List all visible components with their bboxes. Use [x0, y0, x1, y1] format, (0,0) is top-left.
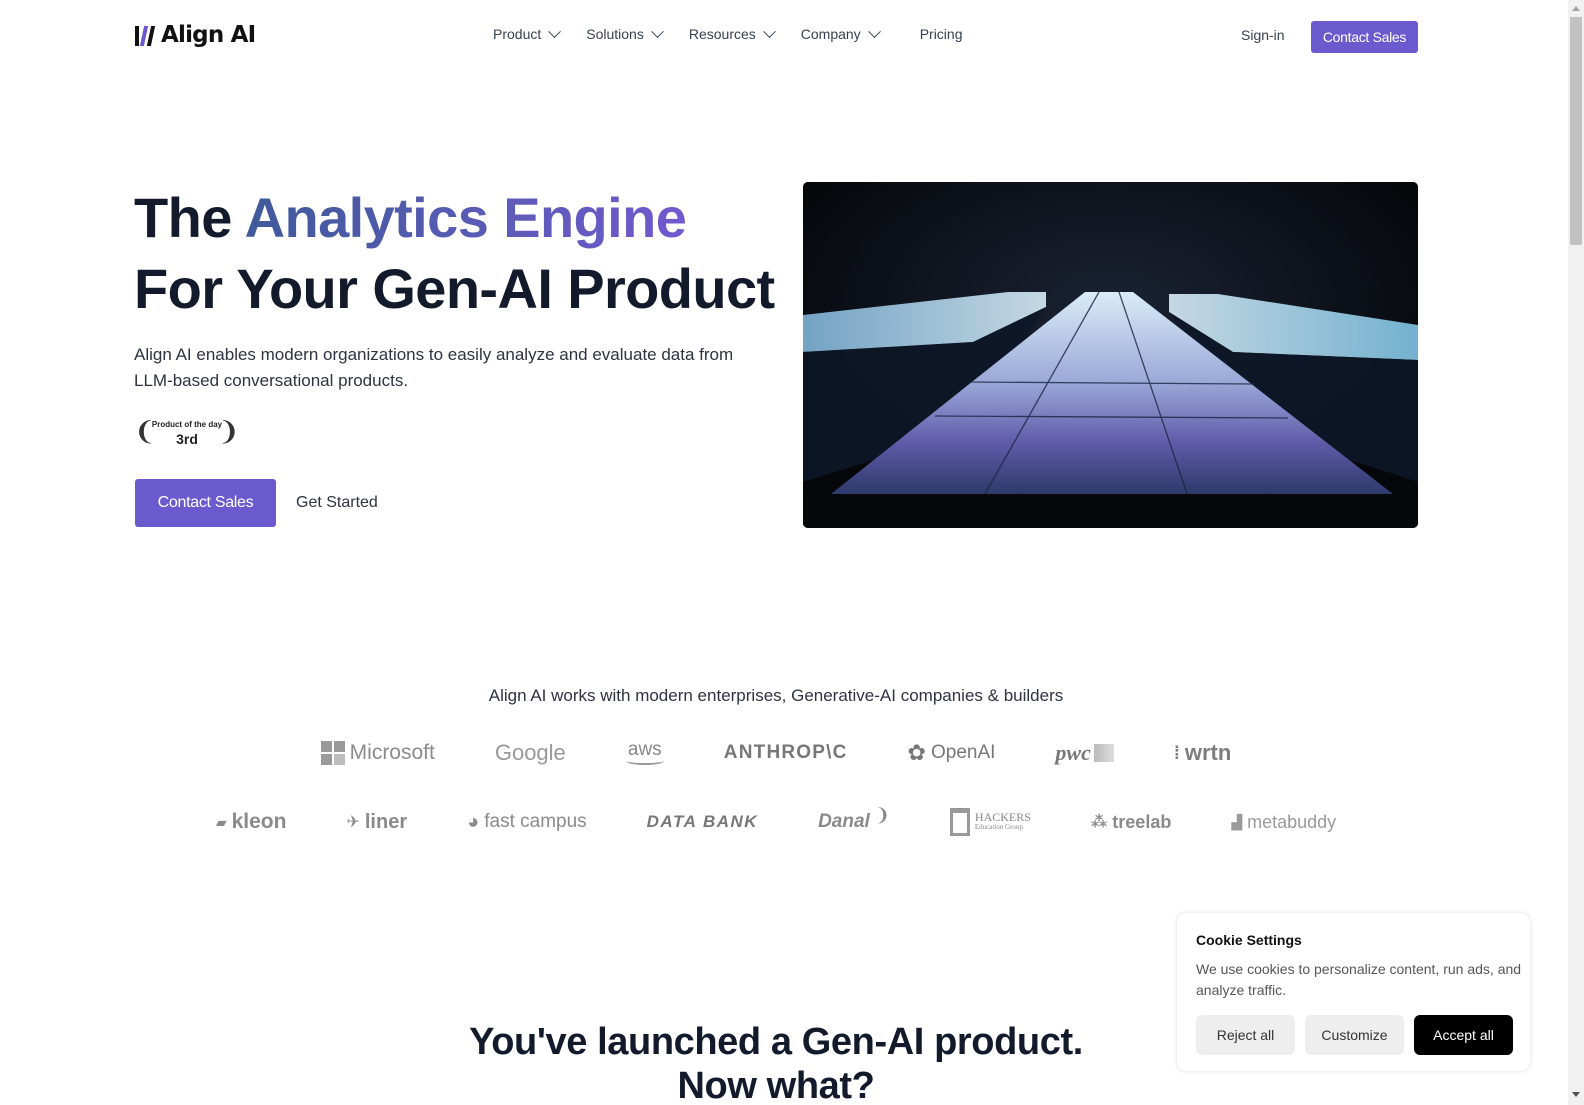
logo-mark-icon — [135, 24, 156, 46]
logo-danal-text: Danal — [818, 811, 870, 832]
hero-visual — [803, 182, 1418, 528]
logo-wrtn: ⁞ wrtn — [1174, 740, 1231, 766]
nav-product-label: Product — [493, 26, 542, 42]
logo-google: Google — [495, 740, 566, 766]
header-contact-sales-button[interactable]: Contact Sales — [1311, 21, 1418, 53]
wrtn-dots-icon: ⁞ — [1173, 742, 1180, 763]
cookie-title: Cookie Settings — [1196, 932, 1302, 948]
logo-liner: ✈ liner — [346, 811, 407, 834]
accept-all-button[interactable]: Accept all — [1414, 1015, 1513, 1055]
hero-title-line2: For Your Gen-AI Product — [134, 257, 775, 320]
fastcampus-icon: ◕ — [467, 810, 480, 833]
kleon-icon: ▰ — [215, 813, 227, 830]
logo-databank: DATA BANK — [647, 812, 758, 832]
chevron-down-icon — [867, 24, 881, 38]
section-title-line2: Now what? — [677, 1065, 875, 1105]
nav-pricing-label: Pricing — [919, 26, 963, 42]
cookie-body: We use cookies to personalize content, r… — [1196, 961, 1522, 998]
metabuddy-icon: ▟ — [1231, 813, 1243, 830]
logo-metabuddy-text: metabuddy — [1247, 811, 1337, 832]
vertical-scrollbar[interactable] — [1568, 0, 1584, 1105]
pathway-illustration — [803, 182, 1418, 528]
liner-icon: ✈ — [346, 814, 360, 831]
logo-pwc-text: pwc — [1055, 740, 1091, 765]
openai-icon: ✿ — [907, 740, 926, 765]
logo-hackers: HACKERS Education Group — [949, 808, 1031, 836]
logo-openai-text: OpenAI — [930, 742, 996, 763]
laurel-right-icon: ❨ — [218, 416, 240, 446]
nav-solutions-label: Solutions — [586, 26, 644, 42]
brand-name: Align AI — [161, 22, 256, 48]
microsoft-icon — [320, 741, 345, 765]
logo-metabuddy: ▟ metabuddy — [1231, 812, 1336, 833]
logo-microsoft: Microsoft — [320, 741, 435, 765]
logo-hackers-subtext: Education Group — [974, 823, 1023, 831]
scroll-thumb[interactable] — [1570, 17, 1582, 245]
hero-title: The Analytics Engine For Your Gen-AI Pro… — [134, 182, 775, 324]
hero-title-prefix: The — [134, 186, 245, 249]
logo-pwc: pwc — [1055, 740, 1114, 766]
nav-solutions[interactable]: Solutions — [586, 24, 664, 42]
logo-danal: Danal ❩ — [818, 805, 890, 833]
chevron-down-icon — [762, 24, 776, 38]
logo-openai: ✿ OpenAI — [908, 740, 996, 766]
hero-title-highlight: Analytics Engine — [244, 186, 687, 249]
floor-shadow — [803, 494, 1418, 528]
danal-swoosh-icon: ❩ — [874, 804, 890, 825]
section-title-line1: You've launched a Gen-AI product. — [469, 1021, 1083, 1063]
chevron-down-icon — [650, 24, 664, 38]
customer-logos-row-1: Microsoft Google aws ANTHROP\C ✿ OpenAI … — [0, 740, 1552, 766]
logo-fastcampus-text: fast campus — [484, 811, 587, 832]
nav-resources-label: Resources — [688, 26, 756, 42]
logo-anthropic-text: ANTHROP\C — [723, 742, 848, 763]
nav-pricing[interactable]: Pricing — [920, 26, 963, 42]
logo-aws: aws — [625, 740, 664, 765]
site-header: Align AI Product Solutions Resources Com… — [0, 0, 1568, 74]
hackers-pillar-icon — [949, 808, 970, 836]
reject-all-button[interactable]: Reject all — [1196, 1015, 1295, 1055]
get-started-link[interactable]: Get Started — [296, 494, 378, 512]
nav-company-label: Company — [800, 26, 861, 42]
hero-subtitle: Align AI enables modern organizations to… — [134, 345, 734, 390]
logo-treelab-text: treelab — [1112, 811, 1172, 832]
treelab-icon: ⁂ — [1090, 814, 1108, 831]
chevron-down-icon — [548, 24, 562, 38]
logo-fastcampus: ◕ fast campus — [467, 811, 587, 834]
logo-wrtn-text: wrtn — [1184, 740, 1232, 765]
cookie-banner: Cookie Settings We use cookies to person… — [1176, 912, 1531, 1072]
customize-button[interactable]: Customize — [1305, 1015, 1404, 1055]
logo-databank-text: DATA BANK — [646, 812, 759, 831]
scroll-up-arrow-icon[interactable] — [1572, 6, 1580, 11]
scroll-down-arrow-icon[interactable] — [1572, 1092, 1580, 1097]
main-nav: Product Solutions Resources Company Pric… — [493, 24, 989, 42]
nav-company[interactable]: Company — [800, 24, 881, 42]
product-of-the-day-badge[interactable]: ❨ Product of the day 3rd ❨ — [134, 414, 242, 450]
customer-logos-row-2: ▰ kleon ✈ liner ◕ fast campus DATA BANK … — [0, 805, 1552, 836]
logo-treelab: ⁂ treelab — [1091, 812, 1171, 833]
logo-anthropic: ANTHROP\C — [724, 742, 848, 764]
hero-contact-sales-button[interactable]: Contact Sales — [135, 479, 276, 527]
logo-liner-text: liner — [364, 810, 408, 833]
sign-in-link[interactable]: Sign-in — [1241, 27, 1285, 43]
logo-kleon: ▰ kleon — [216, 810, 287, 834]
nav-resources[interactable]: Resources — [688, 24, 776, 42]
logo-hackers-text: HACKERS — [974, 810, 1031, 824]
logo-kleon-text: kleon — [231, 810, 287, 833]
logo-google-text: Google — [494, 740, 566, 765]
logo-microsoft-text: Microsoft — [349, 741, 435, 764]
pwc-block-icon — [1093, 744, 1114, 762]
aws-smile-icon — [625, 757, 664, 765]
nav-product[interactable]: Product — [493, 24, 562, 42]
brand-logo[interactable]: Align AI — [135, 22, 256, 48]
customers-heading: Align AI works with modern enterprises, … — [488, 686, 1064, 705]
